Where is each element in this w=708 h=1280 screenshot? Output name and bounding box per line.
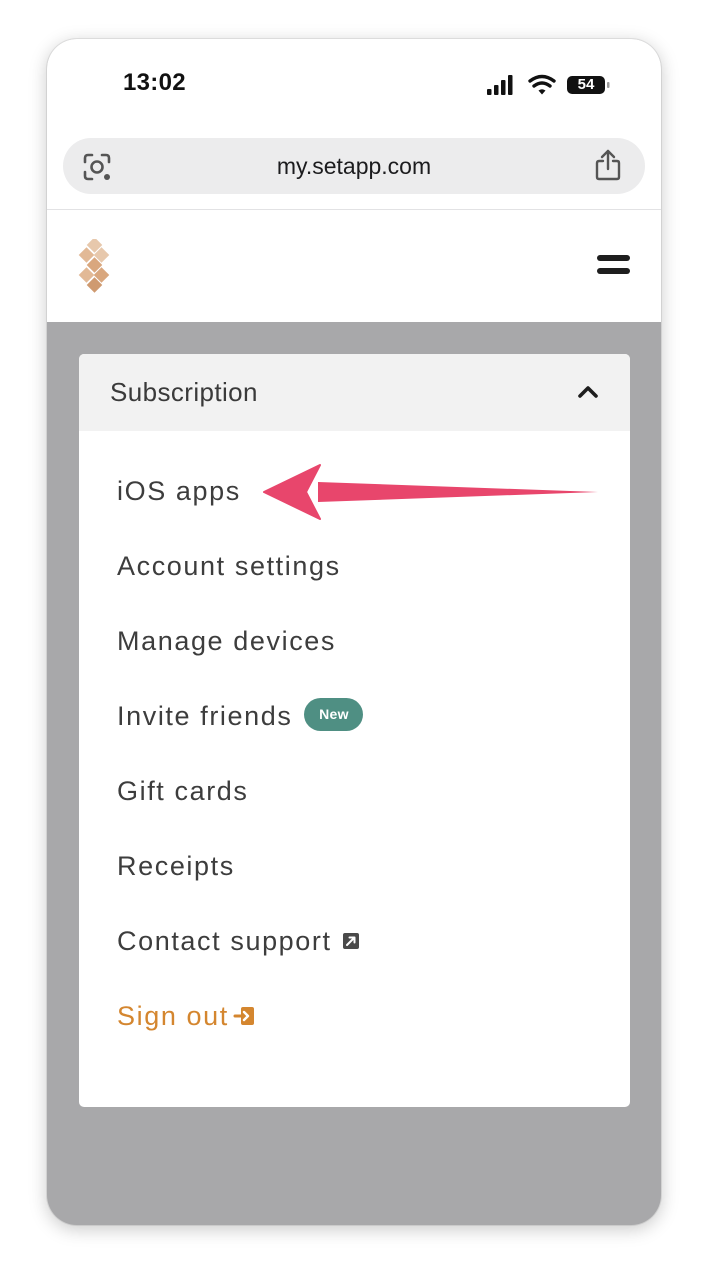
menu-item-manage-devices[interactable]: Manage devices — [117, 621, 336, 661]
menu-item-label: Receipts — [117, 851, 235, 881]
pointer-arrow-icon — [263, 464, 598, 520]
menu-item-account-settings[interactable]: Account settings — [117, 546, 341, 586]
browser-divider — [47, 209, 661, 210]
battery-level: 54 — [577, 76, 595, 93]
hamburger-menu-icon[interactable] — [597, 255, 633, 279]
menu-item-label: Gift cards — [117, 776, 249, 806]
phone-screen: 13:02 54 my.setapp.com Subscription iOS … — [47, 39, 661, 1225]
menu-item-invite-friends[interactable]: Invite friends New — [117, 696, 364, 736]
menu-item-label: Account settings — [117, 551, 341, 581]
status-icons: 54 — [487, 73, 627, 97]
menu-item-gift-cards[interactable]: Gift cards — [117, 771, 249, 811]
new-badge: New — [304, 698, 364, 732]
subscription-section-toggle[interactable]: Subscription — [79, 354, 630, 431]
signal-icon — [487, 74, 610, 95]
setapp-logo-icon[interactable] — [76, 239, 114, 293]
menu-item-label: Sign out — [117, 1001, 229, 1031]
external-link-icon — [342, 932, 359, 949]
status-time: 13:02 — [123, 69, 186, 96]
url-text[interactable]: my.setapp.com — [63, 153, 645, 180]
menu-item-sign-out[interactable]: Sign out — [117, 996, 255, 1036]
menu-item-label: iOS apps — [117, 476, 241, 506]
sign-out-icon — [233, 1006, 254, 1025]
menu-item-label: Contact support — [117, 926, 332, 956]
wifi-icon — [528, 74, 556, 95]
menu-item-contact-support[interactable]: Contact support — [117, 921, 360, 961]
menu-item-ios-apps[interactable]: iOS apps — [117, 471, 241, 511]
share-icon[interactable] — [593, 148, 623, 182]
menu-item-receipts[interactable]: Receipts — [117, 846, 235, 886]
menu-item-label: Manage devices — [117, 626, 337, 656]
menu-item-label: Invite friends — [117, 701, 293, 731]
section-title: Subscription — [110, 377, 258, 407]
chevron-up-icon — [578, 386, 598, 398]
address-bar[interactable]: my.setapp.com — [63, 138, 645, 194]
